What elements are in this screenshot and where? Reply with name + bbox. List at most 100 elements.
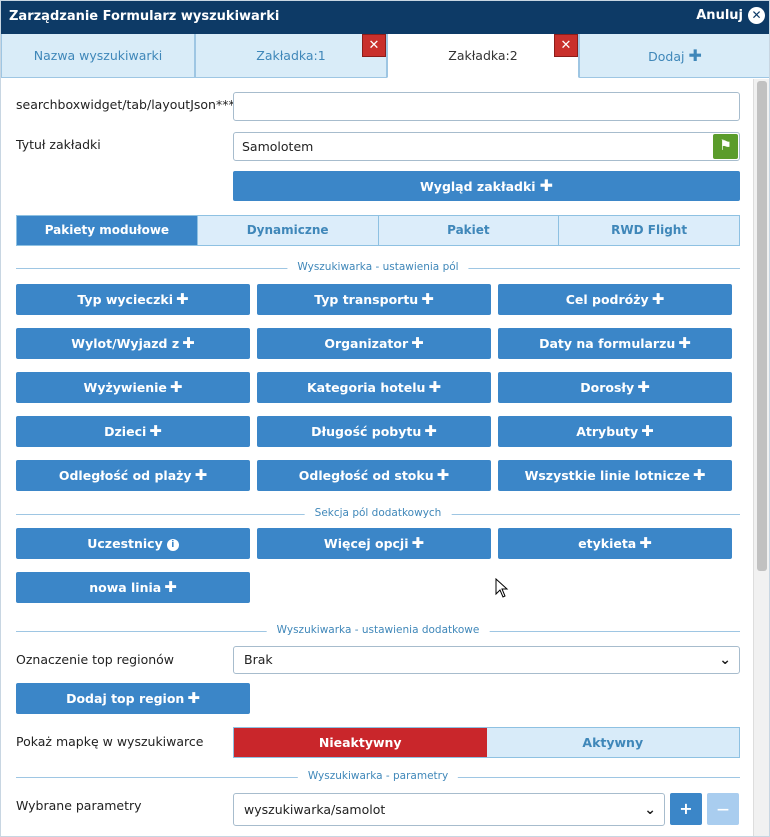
subtab-package[interactable]: Pakiet <box>378 216 560 245</box>
plus-icon: ✚ <box>678 334 691 352</box>
subtab-modular-packages[interactable]: Pakiety modułowe <box>17 216 198 245</box>
tab-search-name[interactable]: Nazwa wyszukiwarki <box>1 34 195 78</box>
plus-icon: ✚ <box>539 176 553 195</box>
plus-icon: ✚ <box>182 334 195 352</box>
field-button[interactable]: Typ wycieczki ✚ <box>16 284 250 315</box>
cancel-button[interactable]: Anuluj ✕ <box>696 7 765 24</box>
plus-icon: ✚ <box>411 534 425 552</box>
translate-icon[interactable]: ⚑ <box>713 134 738 159</box>
top-regions-select[interactable]: Brak ⌄ <box>233 646 740 674</box>
scrollbar-thumb[interactable] <box>757 81 767 571</box>
field-button[interactable]: Atrybuty ✚ <box>498 416 732 447</box>
add-top-region-button[interactable]: Dodaj top region ✚ <box>16 683 250 714</box>
field-button-label: Więcej opcji <box>323 536 409 551</box>
field-button-label: Długość pobytu <box>311 424 422 439</box>
option-label: Aktywny <box>582 735 644 750</box>
plus-icon: ✚ <box>411 334 424 352</box>
plus-icon: ✚ <box>149 422 162 440</box>
field-button[interactable]: Wylot/Wyjazd z ✚ <box>16 328 250 359</box>
field-button-label: Uczestnicy <box>87 536 163 551</box>
scrollbar[interactable] <box>753 79 769 836</box>
dialog-title: Zarządzanie Formularz wyszukiwarki <box>9 9 280 24</box>
chevron-down-icon: ⌄ <box>644 802 656 818</box>
field-button[interactable]: Kategoria hotelu ✚ <box>257 372 491 403</box>
select-value: Brak <box>244 652 273 667</box>
parameters-select[interactable]: wyszukiwarka/samolot ⌄ <box>233 793 665 826</box>
subtab-label: Dynamiczne <box>246 223 329 237</box>
field-button[interactable]: Długość pobytu ✚ <box>257 416 491 447</box>
package-subtabs: Pakiety modułowe Dynamiczne Pakiet RWD F… <box>16 215 740 246</box>
plus-icon: ✚ <box>688 46 702 65</box>
field-button-label: Kategoria hotelu <box>306 380 426 395</box>
field-button-label: Organizator <box>324 336 409 351</box>
field-button-label: Odległość od stoku <box>298 468 434 483</box>
field-button[interactable]: Odległość od stoku ✚ <box>257 460 491 491</box>
participants-button[interactable]: Uczestnicy i <box>16 528 250 559</box>
map-inactive-option[interactable]: Nieaktywny <box>234 728 487 757</box>
close-tab-1-icon[interactable]: ✕ <box>362 34 386 57</box>
selected-parameters-label: Wybrane parametry <box>16 798 142 813</box>
field-button[interactable]: Dzieci ✚ <box>16 416 250 447</box>
plus-icon: ✚ <box>169 378 183 396</box>
plus-icon: ✚ <box>692 466 706 484</box>
tab-bar: Nazwa wyszukiwarki Zakładka:1 ✕ Zakładka… <box>1 34 769 78</box>
remove-parameter-button[interactable]: — <box>707 793 739 825</box>
field-button-label: Typ wycieczki <box>77 292 174 307</box>
select-value: wyszukiwarka/samolot <box>244 802 386 817</box>
tab-title-label: Tytuł zakładki <box>16 137 101 152</box>
field-button-label: Dzieci <box>104 424 147 439</box>
show-map-toggle: Nieaktywny Aktywny <box>233 727 740 758</box>
plus-icon: ✚ <box>436 466 450 484</box>
field-button[interactable]: Odległość od plaży ✚ <box>16 460 250 491</box>
tab-label: Dodaj <box>648 49 685 64</box>
plus-icon: ✚ <box>164 578 177 596</box>
tab-look-label: Wygląd zakładki <box>420 179 536 194</box>
title-bar: Zarządzanie Formularz wyszukiwarki Anulu… <box>1 1 769 34</box>
show-map-label: Pokaż mapkę w wyszukiwarce <box>16 734 204 749</box>
section-title: Wyszukiwarka - ustawienia dodatkowe <box>266 624 490 636</box>
section-divider-extra-settings: Wyszukiwarka - ustawienia dodatkowe <box>16 624 740 636</box>
more-options-button[interactable]: Więcej opcji ✚ <box>257 528 491 559</box>
tab-add[interactable]: Dodaj ✚ <box>579 34 769 78</box>
field-button-label: Typ transportu <box>314 292 419 307</box>
field-button[interactable]: Organizator ✚ <box>257 328 491 359</box>
info-icon: i <box>166 538 179 551</box>
field-button-label: etykieta <box>578 536 637 551</box>
plus-icon: ✚ <box>421 290 434 308</box>
field-button-label: Wyżywienie <box>83 380 167 395</box>
layout-json-label: searchboxwidget/tab/layoutJson*** <box>16 97 235 112</box>
plus-icon: ✚ <box>651 290 665 308</box>
close-tab-2-icon[interactable]: ✕ <box>554 34 578 57</box>
plus-icon: ✚ <box>641 422 654 440</box>
plus-icon: ✚ <box>194 466 208 484</box>
field-button-label: Atrybuty <box>576 424 639 439</box>
plus-icon: ✚ <box>639 534 652 552</box>
add-parameter-button[interactable]: + <box>670 793 702 825</box>
section-title: Wyszukiwarka - parametry <box>297 770 459 782</box>
field-button[interactable]: Dorosły ✚ <box>498 372 732 403</box>
field-button[interactable]: Wszystkie linie lotnicze ✚ <box>498 460 732 491</box>
field-button[interactable]: Wyżywienie ✚ <box>16 372 250 403</box>
field-button-label: Cel podróży <box>565 292 649 307</box>
field-button-label: Wszystkie linie lotnicze <box>524 468 690 483</box>
tab-2[interactable]: Zakładka:2 <box>387 34 579 78</box>
tab-look-button[interactable]: Wygląd zakładki ✚ <box>233 171 740 201</box>
label-button[interactable]: etykieta ✚ <box>498 528 732 559</box>
tab-1[interactable]: Zakładka:1 <box>195 34 387 78</box>
field-button[interactable]: Typ transportu ✚ <box>257 284 491 315</box>
new-line-button[interactable]: nowa linia ✚ <box>16 572 250 603</box>
map-active-option[interactable]: Aktywny <box>486 728 739 757</box>
layout-json-input[interactable] <box>233 92 740 121</box>
subtab-dynamic[interactable]: Dynamiczne <box>197 216 379 245</box>
plus-icon: ✚ <box>424 422 437 440</box>
button-label: Dodaj top region <box>66 691 185 706</box>
tab-label: Zakładka:1 <box>256 48 326 63</box>
field-button[interactable]: Cel podróży ✚ <box>498 284 732 315</box>
chevron-down-icon: ⌄ <box>719 652 731 668</box>
plus-icon: + <box>679 799 693 818</box>
section-divider-extra-fields: Sekcja pól dodatkowych <box>16 507 740 519</box>
tab-title-input[interactable] <box>233 132 740 161</box>
subtab-rwd-flight[interactable]: RWD Flight <box>559 216 739 245</box>
field-button[interactable]: Daty na formularzu ✚ <box>498 328 732 359</box>
close-circle-icon: ✕ <box>748 7 765 24</box>
